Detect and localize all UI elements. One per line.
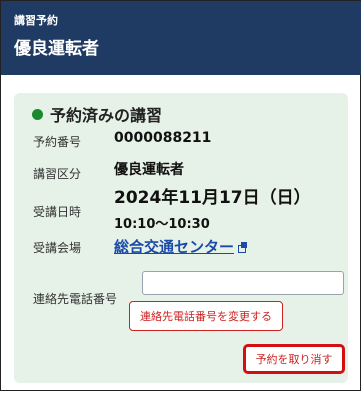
venue-link[interactable]: 総合交通センター: [114, 236, 234, 257]
date-label: 受講日時: [33, 205, 82, 219]
external-link-icon[interactable]: [238, 242, 248, 253]
phone-input[interactable]: [142, 271, 344, 295]
course-category-label: 講習区分: [33, 167, 82, 181]
status-heading: 予約済みの講習: [32, 102, 162, 126]
reservation-number-value: 0000088211: [114, 130, 212, 146]
section-label: 講習予約: [14, 14, 58, 27]
course-category-value: 優良運転者: [114, 162, 184, 178]
date-value: 2024年11月17日（日）: [114, 188, 311, 208]
status-text: 予約済みの講習: [50, 106, 163, 125]
reservation-card: 予約済みの講習 予約番号 0000088211 講習区分 優良運転者 受講日時 …: [14, 93, 348, 383]
page-title: 優良運転者: [14, 39, 99, 59]
time-value: 10:10〜10:30: [114, 217, 210, 232]
status-dot-icon: [32, 109, 43, 120]
reservation-number-label: 予約番号: [33, 135, 82, 149]
venue-label: 受講会場: [33, 241, 82, 255]
change-phone-button[interactable]: 連絡先電話番号を変更する: [129, 301, 283, 331]
phone-label: 連絡先電話番号: [33, 292, 118, 306]
cancel-reservation-button[interactable]: 予約を取り消す: [243, 344, 345, 374]
header-bar: 講習予約 優良運転者: [1, 1, 361, 75]
